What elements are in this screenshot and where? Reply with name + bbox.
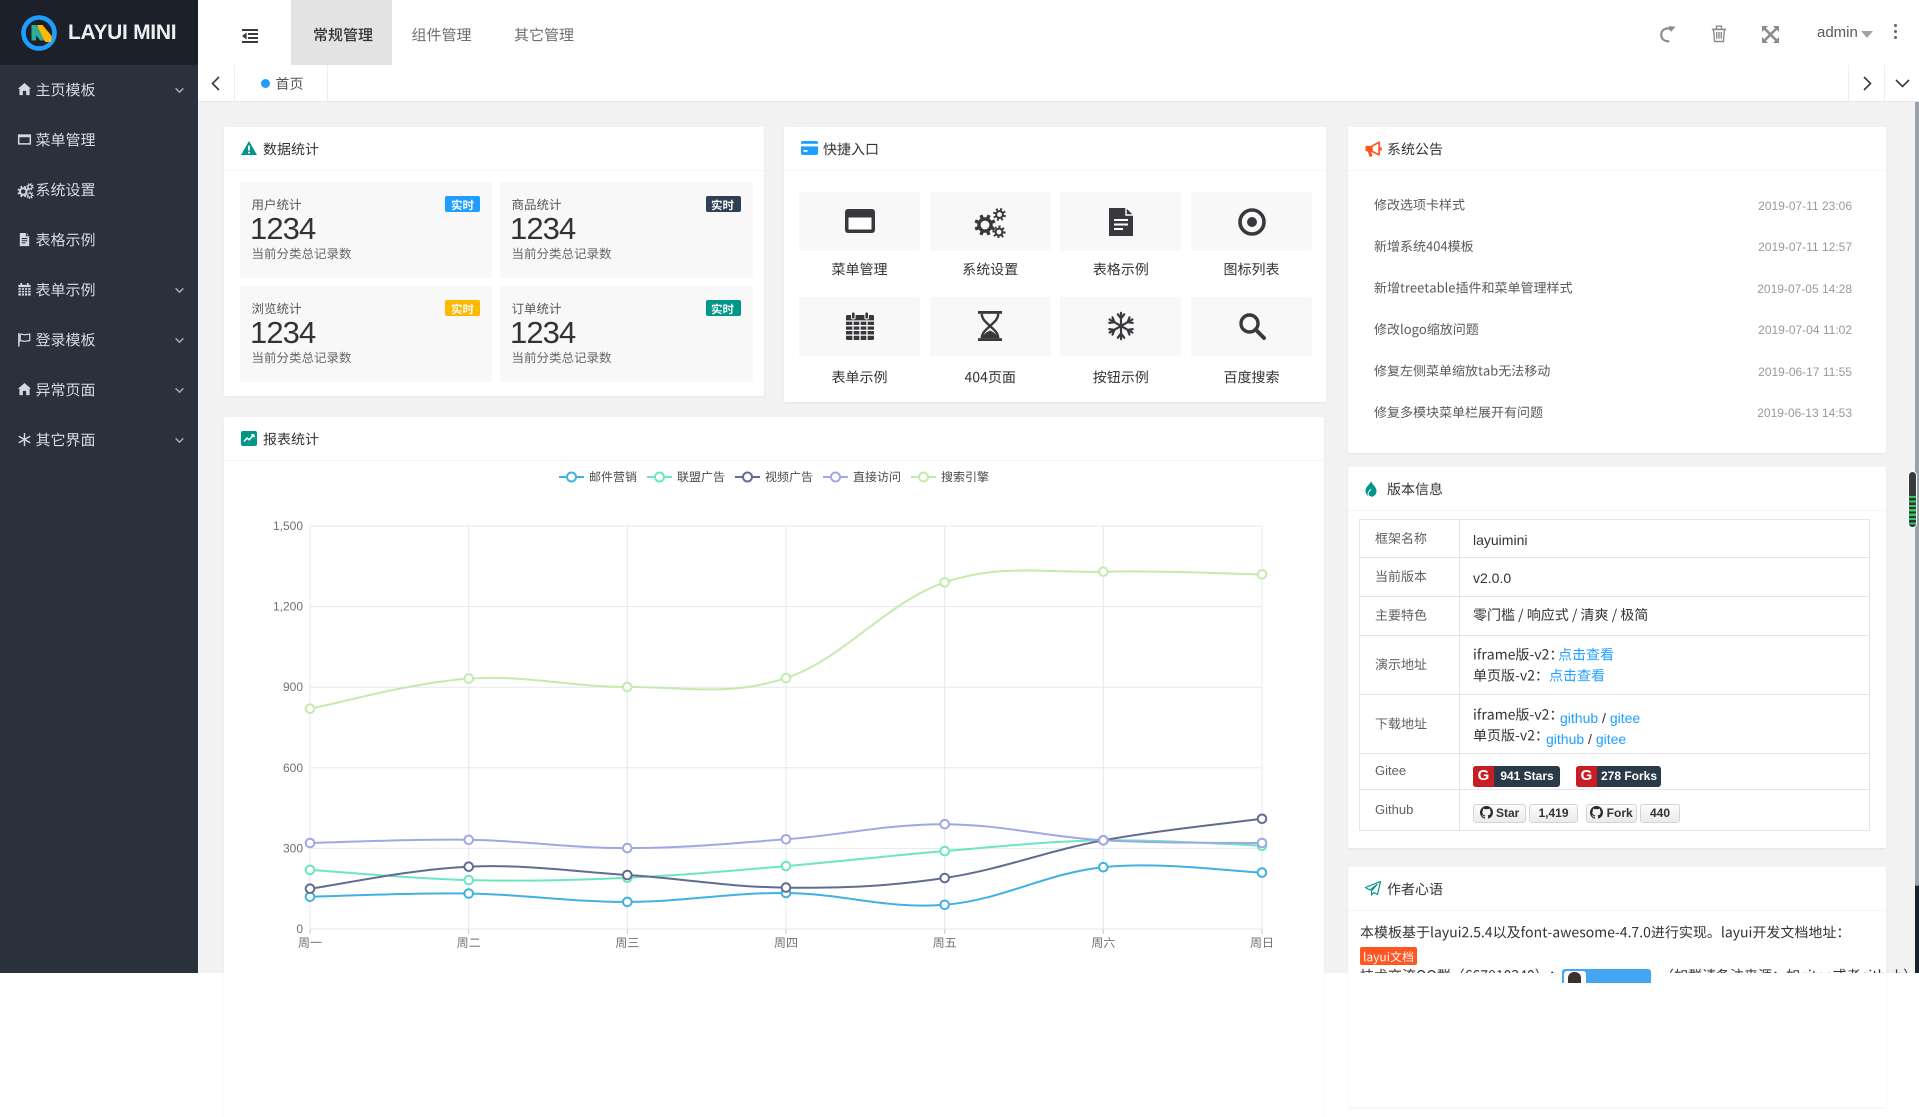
svg-text:600: 600	[283, 761, 303, 775]
svg-text:0: 0	[296, 922, 303, 936]
svg-text:900: 900	[283, 680, 303, 694]
svg-text:1,200: 1,200	[273, 600, 303, 614]
svg-text:1,500: 1,500	[273, 519, 303, 533]
svg-text:300: 300	[283, 841, 303, 855]
